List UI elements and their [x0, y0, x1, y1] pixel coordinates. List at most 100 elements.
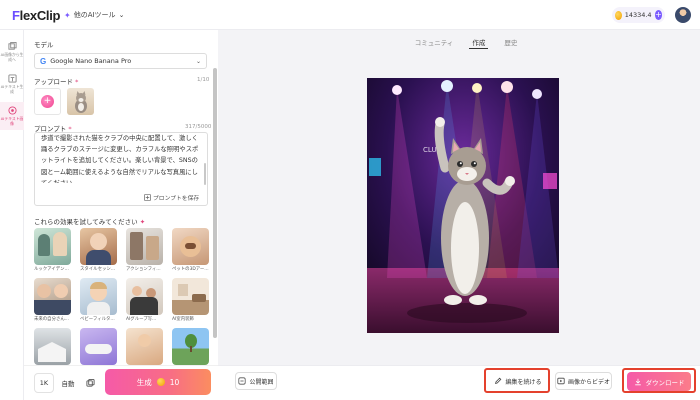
style-button[interactable] [82, 373, 98, 393]
credits-badge[interactable]: 14334.4 + [612, 7, 665, 23]
sparkle-icon: ✦ [64, 10, 71, 20]
google-icon: G [40, 56, 47, 66]
tab-create[interactable]: 作成 [469, 30, 489, 52]
coin-icon [615, 10, 622, 20]
effect-card[interactable] [34, 328, 71, 365]
resolution-select[interactable]: 1K [34, 373, 54, 393]
upload-label: アップロード * [34, 76, 78, 86]
effect-thumbnail [80, 278, 117, 315]
ai-tools-dropdown[interactable]: ✦ 他のAIツール ⌄ [64, 10, 124, 20]
resolution-value: 1K [39, 379, 49, 387]
prompt-scrollbar[interactable] [204, 163, 206, 185]
effect-caption: スタイルセッション... [80, 267, 117, 272]
effect-thumbnail [34, 278, 71, 315]
tab-community[interactable]: コミュニティ [415, 30, 454, 52]
effect-thumbnail [172, 278, 209, 315]
effect-thumbnail [126, 328, 163, 365]
visibility-button[interactable]: 公開範囲 [235, 372, 277, 390]
required-mark: * [75, 78, 79, 86]
prompt-text: 歩道で撮影された猫をクラブの中央に配置して、激しく踊るクラブのステージに変更し、… [41, 135, 199, 183]
chevron-down-icon: ⌄ [118, 11, 125, 19]
effect-card[interactable]: ルックアイデンティ... [34, 228, 71, 272]
video-icon [557, 377, 565, 385]
ai-tools-label: 他のAIツール [73, 11, 116, 19]
coin-icon [156, 378, 165, 386]
effect-card[interactable]: AI室内装飾 [172, 278, 209, 322]
model-select[interactable]: G Google Nano Banana Pro ⌄ [34, 53, 207, 69]
panel-scrollbar[interactable] [213, 68, 217, 338]
ratio-select[interactable]: 自動 [57, 373, 79, 393]
effect-card[interactable]: ペットの3Dアート... [172, 228, 209, 272]
edit-label: 編集を続ける [505, 378, 542, 386]
upload-add-button[interactable]: + [34, 88, 61, 115]
effect-caption: 未来の自分さん... [34, 317, 69, 322]
upload-count: 1/10 [197, 77, 210, 83]
dancing-cat-image: CLU [367, 78, 559, 333]
image-to-video-button[interactable]: 画像からビデオ [555, 372, 612, 390]
sparkle-icon: ✦ [139, 218, 146, 226]
effect-thumbnail [80, 328, 117, 365]
cat-thumbnail-image [75, 91, 87, 113]
effect-card[interactable]: ベビーフィルター... [80, 278, 117, 322]
generate-button[interactable]: 生成 10 [105, 369, 211, 395]
generate-cost: 10 [169, 377, 180, 387]
effect-card[interactable] [126, 328, 163, 365]
download-label: ダウンロード [645, 378, 685, 387]
effect-thumbnail [80, 228, 117, 265]
add-credits-icon[interactable]: + [654, 10, 662, 20]
app-logo[interactable]: FlexClip [12, 8, 60, 23]
effect-card[interactable] [172, 328, 209, 365]
model-label: モデル [34, 39, 54, 49]
svg-text:CLU: CLU [423, 146, 437, 154]
visibility-label: 公開範囲 [249, 378, 274, 386]
effect-card[interactable]: AIグループ写... [126, 278, 163, 322]
globe-icon [238, 377, 247, 385]
effect-card[interactable]: アクションフィギ... [126, 228, 163, 272]
ratio-value: 自動 [61, 380, 75, 388]
save-prompt-icon [144, 194, 151, 201]
download-icon [634, 378, 641, 385]
top-bar: FlexClip ✦ 他のAIツール ⌄ 14334.4 + [0, 0, 700, 30]
prompt-save-label: プロンプトを保存 [153, 196, 200, 202]
uploaded-cat-thumbnail[interactable] [67, 88, 94, 115]
effect-caption: ペットの3Dアート... [172, 267, 209, 272]
image-style-icon [85, 378, 95, 387]
image-to-video-label: 画像からビデオ [567, 378, 610, 386]
settings-panel: モデル G Google Nano Banana Pro ⌄ アップロード * … [0, 30, 218, 365]
effect-thumbnail [34, 328, 71, 365]
generate-label: 生成 [136, 377, 152, 387]
download-button[interactable]: ダウンロード [627, 372, 691, 391]
upload-label-text: アップロード [34, 78, 73, 86]
action-bar: 公開範囲 編集を続ける 画像からビデオ ダウンロード [218, 365, 700, 400]
effect-caption: AI室内装飾 [172, 317, 194, 322]
effect-caption: ベビーフィルター... [80, 317, 117, 322]
generated-image[interactable]: CLU [367, 78, 559, 333]
effects-label-text: これらの効果を試してみてください [34, 218, 138, 226]
upload-icon: + [41, 95, 54, 108]
effect-thumbnail [172, 228, 209, 265]
effect-thumbnail [126, 228, 163, 265]
prompt-count: 317/5000 [185, 124, 212, 130]
effect-caption: アクションフィギ... [126, 267, 163, 272]
prompt-save-button[interactable]: プロンプトを保存 [144, 193, 199, 202]
model-label-text: モデル [34, 41, 54, 49]
effect-caption: ルックアイデンティ... [34, 267, 71, 272]
avatar[interactable] [675, 7, 691, 23]
canvas-area: コミュニティ 作成 歴史 CLU [218, 30, 700, 365]
tab-history[interactable]: 歴史 [504, 30, 517, 52]
generate-bar: 1K 自動 生成 10 [24, 365, 218, 400]
view-tabs: コミュニティ 作成 歴史 [218, 30, 700, 52]
effect-card[interactable] [80, 328, 117, 365]
pencil-icon [495, 377, 502, 384]
effect-thumbnail [34, 228, 71, 265]
effect-card[interactable]: スタイルセッション... [80, 228, 117, 272]
effect-thumbnail [126, 278, 163, 315]
effect-caption: AIグループ写... [126, 317, 157, 322]
effects-label: これらの効果を試してみてください ✦ [34, 216, 145, 226]
chevron-down-icon: ⌄ [195, 57, 201, 65]
model-value: Google Nano Banana Pro [50, 57, 132, 65]
credits-value: 14334.4 [624, 11, 652, 19]
effect-card[interactable]: 未来の自分さん... [34, 278, 71, 322]
continue-edit-button[interactable]: 編集を続ける [489, 372, 547, 390]
effect-thumbnail [172, 328, 209, 365]
